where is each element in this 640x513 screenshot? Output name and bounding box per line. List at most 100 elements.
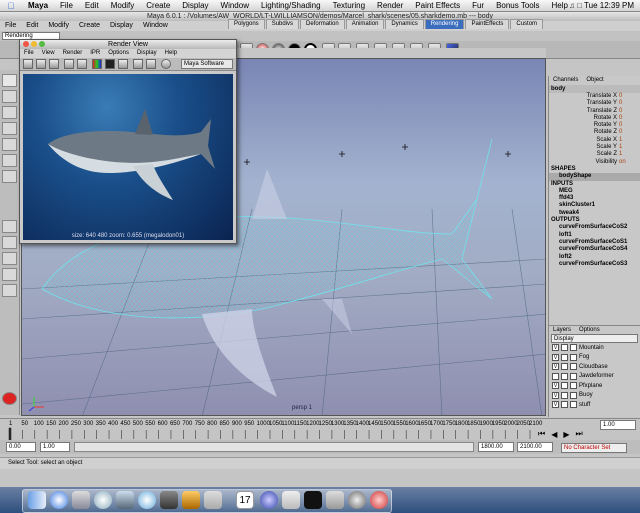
output-item[interactable]: loft1 [549,232,640,239]
rv-remove-image-icon[interactable] [146,59,156,69]
template-checkbox[interactable] [561,344,568,352]
attr-value[interactable]: 1 [619,144,622,151]
range-bar[interactable] [74,442,474,452]
rv-region-render-icon[interactable] [36,59,46,69]
tab-polygons[interactable]: Polygons [228,19,265,29]
layer-row[interactable]: V Pfxplane [549,381,640,391]
rv-keep-image-icon[interactable] [133,59,143,69]
paint-select-icon[interactable] [2,106,17,119]
render-view-title-bar[interactable]: Render View [20,40,236,49]
iphoto-icon[interactable] [116,491,134,509]
layer-row[interactable]: V Buoy [549,391,640,401]
menu-window[interactable]: Window [215,1,255,10]
tab-object[interactable]: Object [582,76,607,85]
layer-row[interactable]: Jawdeformer [549,372,640,382]
layer-color-swatch[interactable] [570,344,577,352]
attr-value[interactable]: 0 [619,100,622,107]
rv-menu-file[interactable]: File [20,49,38,58]
layer-name[interactable]: Jawdeformer [579,373,614,379]
tab-dynamics[interactable]: Dynamics [385,19,424,29]
rv-refresh-icon[interactable] [77,59,87,69]
menu-fur[interactable]: Fur [466,1,490,10]
attr-value[interactable]: 1 [619,137,622,144]
menu-bonus-tools[interactable]: Bonus Tools [490,1,545,10]
shape-item[interactable]: bodyShape [549,173,640,181]
rv-ipr-icon[interactable] [64,59,74,69]
input-item[interactable]: skinCluster1 [549,202,640,209]
tab-deformation[interactable]: Deformation [300,19,345,29]
menu-modify[interactable]: Modify [105,1,141,10]
safari-icon[interactable] [50,491,68,509]
attr-row[interactable]: Visibility on [549,159,640,166]
visibility-checkbox[interactable]: V [552,401,559,409]
renderer-dropdown[interactable]: Maya Software [181,59,233,69]
attr-row[interactable]: Translate X0 [549,93,640,100]
layout-four-icon[interactable] [2,236,17,249]
layer-color-swatch[interactable] [570,372,577,380]
network-icon[interactable] [326,491,344,509]
step-back-icon[interactable]: ◀ [551,430,557,439]
layer-name[interactable]: Fog [579,354,589,360]
rv-rgb-icon[interactable] [92,59,102,69]
layer-name[interactable]: stuff [579,402,590,408]
layer-color-swatch[interactable] [570,401,577,409]
rotate-tool-icon[interactable] [2,138,17,151]
template-checkbox[interactable] [561,401,568,409]
tab-channels[interactable]: Channels [549,76,582,85]
visibility-checkbox[interactable] [552,372,559,380]
maya-menu-modify[interactable]: Modify [43,21,74,31]
apple-menu-icon[interactable]:  [0,1,22,11]
menu-texturing[interactable]: Texturing [327,1,371,10]
attr-row[interactable]: Scale Y1 [549,144,640,151]
rv-alpha-icon[interactable] [105,59,115,69]
attr-row[interactable]: Rotate X0 [549,115,640,122]
maya-dock-icon[interactable] [370,491,388,509]
input-item[interactable]: MEG [549,188,640,195]
layer-color-swatch[interactable] [570,363,577,371]
tab-subdivs[interactable]: Subdivs [265,19,300,29]
character-set-dropdown[interactable]: No Character Set [561,443,627,453]
attr-value[interactable]: 0 [619,115,622,122]
input-item[interactable]: tweak4 [549,210,640,217]
template-checkbox[interactable] [561,363,568,371]
attr-value[interactable]: 0 [619,108,622,115]
template-checkbox[interactable] [561,391,568,399]
quicktime-icon[interactable] [260,491,278,509]
finder-icon[interactable] [28,491,46,509]
scale-tool-icon[interactable] [2,154,17,167]
menu-edit[interactable]: Edit [79,1,105,10]
attr-value[interactable]: 0 [619,93,622,100]
attr-value[interactable]: on [619,159,626,166]
selected-object-name[interactable]: body [549,85,640,93]
attr-row[interactable]: Translate Z0 [549,108,640,115]
menu-lighting-shading[interactable]: Lighting/Shading [255,1,327,10]
rv-menu-view[interactable]: View [38,49,59,58]
imovie-icon[interactable] [160,491,178,509]
playback-end-field[interactable]: 1800.00 [478,442,514,452]
tab-layer-options[interactable]: Options [575,326,604,334]
rv-one-to-one-icon[interactable] [118,59,128,69]
apple-app-icon[interactable] [282,491,300,509]
playback-start-field[interactable]: 1.00 [40,442,70,452]
output-item[interactable]: curveFromSurfaceCoS3 [549,261,640,268]
go-to-start-icon[interactable]: ⏮ [538,429,545,439]
template-checkbox[interactable] [561,372,568,380]
maya-menu-display[interactable]: Display [105,21,138,31]
attr-row[interactable]: Translate Y0 [549,100,640,107]
layout-single-icon[interactable] [2,220,17,233]
rv-redo-render-icon[interactable] [23,59,33,69]
tab-animation[interactable]: Animation [345,19,385,29]
attr-value[interactable]: 0 [619,122,622,129]
move-tool-icon[interactable] [2,122,17,135]
rv-menu-options[interactable]: Options [104,49,133,58]
rv-menu-render[interactable]: Render [59,49,87,58]
rv-half-circle-icon[interactable] [161,59,171,69]
output-item[interactable]: loft2 [549,254,640,261]
attr-row[interactable]: Rotate Z0 [549,129,640,136]
attr-value[interactable]: 1 [619,151,622,158]
start-time-field[interactable]: 0.00 [6,442,36,452]
layer-name[interactable]: Cloudbase [579,364,608,370]
zoom-icon[interactable] [39,41,45,47]
menu-paint-effects[interactable]: Paint Effects [409,1,466,10]
select-tool-icon[interactable] [2,74,17,87]
